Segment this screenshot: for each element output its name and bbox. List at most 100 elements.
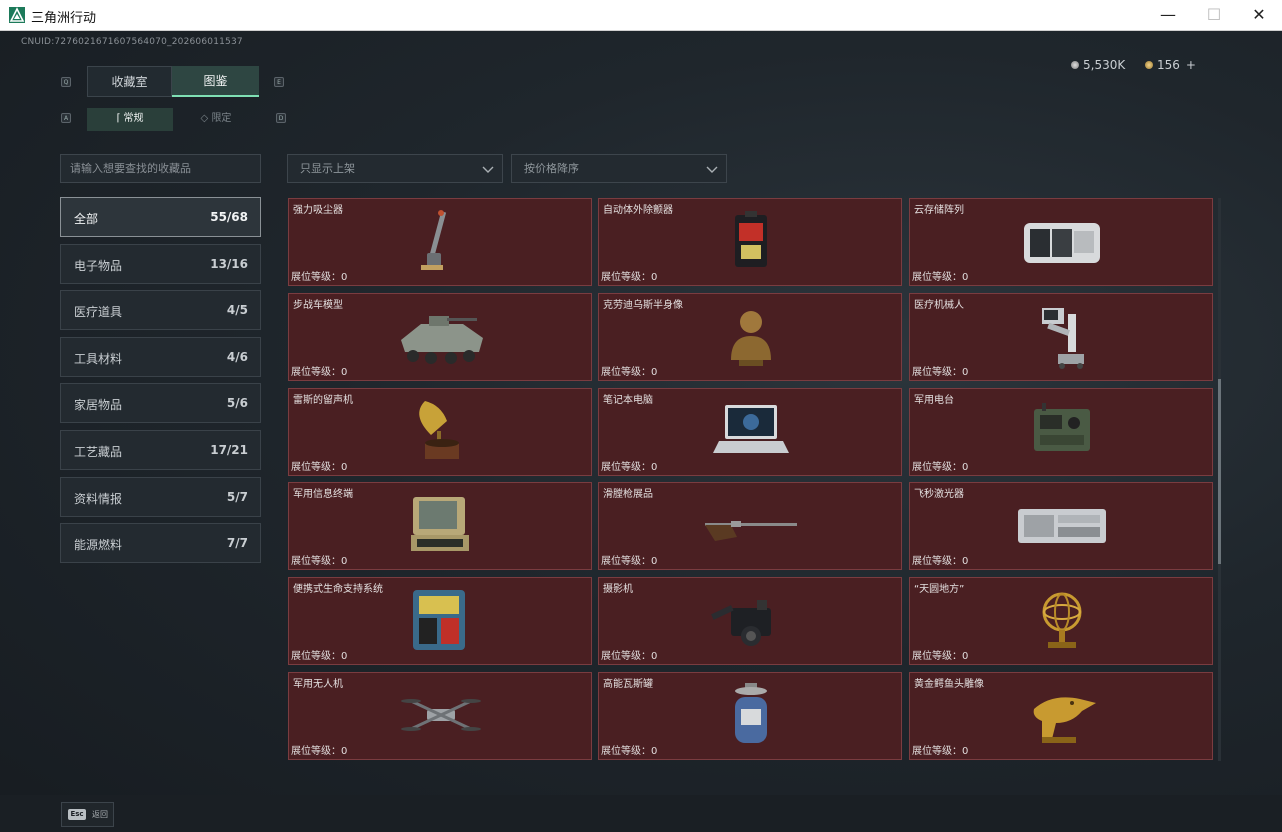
category-count: 17/21 <box>210 443 248 457</box>
armillary-sphere-icon <box>1042 592 1082 649</box>
item-name: 自动体外除颤器 <box>603 205 673 216</box>
item-name: 摄影机 <box>603 584 633 596</box>
item-name: 医疗机械人 <box>914 299 964 311</box>
collection-card[interactable]: 雷斯的留声机 展位等级：0 <box>288 387 592 476</box>
gold-coin-icon <box>1145 61 1153 69</box>
laser-icon <box>1018 509 1106 544</box>
camera-icon <box>711 600 771 647</box>
item-name: 克劳迪乌斯半身像 <box>603 299 683 311</box>
defibrillator-icon <box>735 211 767 267</box>
display-level: 展位等级：0 <box>601 651 658 663</box>
category-item[interactable]: 工艺藏品 17/21 <box>60 430 261 470</box>
collection-card[interactable]: 黄金鳄鱼头雕像 展位等级：0 <box>909 672 1213 760</box>
collection-card[interactable]: 步战车模型 展位等级：0 <box>288 292 592 381</box>
collection-card[interactable]: 军用电台展位等级：0 <box>909 387 1213 476</box>
collection-card[interactable]: 滑膛枪展品 展位等级：0 <box>598 482 902 571</box>
category-item[interactable]: 工具材料 4/6 <box>60 336 261 377</box>
gold-crocodile-head-icon <box>1033 697 1096 743</box>
display-level: 展位等级：0 <box>912 651 969 663</box>
game-viewport: CNUID:7276021671607564070_202606011537 5… <box>0 31 1282 832</box>
collection-card[interactable]: 军用信息终端 展位等级：0 <box>288 482 592 571</box>
item-name: 笔记本电脑 <box>603 394 653 406</box>
add-currency-button[interactable]: + <box>1186 58 1196 72</box>
collection-card[interactable]: “天圆地方” 展位等级：0 <box>909 577 1213 666</box>
category-count: 13/16 <box>210 256 248 271</box>
back-button[interactable]: Esc 返回 <box>61 802 114 827</box>
collection-card[interactable]: 摄影机展位等级：0 <box>598 577 902 666</box>
silver-currency: 5,530K <box>1071 58 1125 72</box>
display-level: 展位等级：0 <box>601 746 658 757</box>
ifv-model-icon <box>401 315 483 364</box>
tab-collection[interactable]: 收藏室 <box>87 66 172 97</box>
key-hint-e-icon: E <box>274 77 284 87</box>
category-item[interactable]: 家居物品 5/6 <box>60 383 261 424</box>
maximize-button[interactable]: ☐ <box>1191 0 1237 31</box>
collection-card[interactable]: 云存储阵列 展位等级：0 <box>909 198 1213 286</box>
vacuum-cleaner-icon <box>421 210 447 270</box>
window-titlebar: 三角洲行动 — ☐ ✕ <box>0 0 1282 31</box>
musket-icon <box>705 521 797 542</box>
key-hint-a-icon: A <box>61 113 71 123</box>
back-label: 返回 <box>92 810 108 819</box>
close-button[interactable]: ✕ <box>1236 0 1282 31</box>
display-level: 展位等级：0 <box>291 366 348 378</box>
limited-icon: ◇ <box>200 113 209 124</box>
display-level: 展位等级：0 <box>912 746 969 757</box>
chevron-down-icon <box>706 166 718 173</box>
collection-card[interactable]: 笔记本电脑 展位等级：0 <box>598 387 902 476</box>
category-item[interactable]: 全部 55/68 <box>60 197 261 237</box>
display-level: 展位等级：0 <box>291 556 348 568</box>
category-item[interactable]: 资料情报 5/7 <box>60 476 261 517</box>
display-level: 展位等级：0 <box>291 746 348 757</box>
silver-coin-icon <box>1071 61 1079 69</box>
grid-scrollbar-thumb[interactable] <box>1218 379 1221 564</box>
subtab-limited-label: 限定 <box>211 113 232 124</box>
bust-icon <box>731 310 771 366</box>
category-label: 电子物品 <box>74 258 123 273</box>
collection-card[interactable]: 飞秒激光器 展位等级：0 <box>909 482 1213 571</box>
laptop-icon <box>713 404 789 453</box>
item-name: 军用电台 <box>914 394 954 406</box>
collection-card[interactable]: 自动体外除颤器 展位等级：0 <box>598 198 902 286</box>
tab-catalog[interactable]: 图鉴 <box>172 66 259 97</box>
collection-card[interactable]: 高能瓦斯罐 展位等级：0 <box>598 672 902 760</box>
item-name: 黄金鳄鱼头雕像 <box>914 679 984 690</box>
display-level: 展位等级：0 <box>601 272 658 283</box>
minimize-button[interactable]: — <box>1145 0 1191 31</box>
subtab-limited[interactable]: ◇ 限定 <box>173 108 259 131</box>
collection-card[interactable]: 克劳迪乌斯半身像 展位等级：0 <box>598 292 902 381</box>
shelf-filter-dropdown[interactable]: 只显示上架 <box>287 154 503 183</box>
bottom-bar <box>0 795 1282 832</box>
category-item[interactable]: 电子物品 13/16 <box>60 243 261 284</box>
gold-currency[interactable]: 156 + <box>1145 58 1196 72</box>
sort-label: 按价格降序 <box>524 162 579 175</box>
collection-card[interactable]: 军用无人机展位等级：0 <box>288 672 592 760</box>
display-level: 展位等级：0 <box>601 556 658 568</box>
silver-amount: 5,530K <box>1083 58 1126 72</box>
subtab-normal[interactable]: ⌈ 常规 <box>87 108 173 131</box>
category-label: 医疗道具 <box>74 305 123 320</box>
item-name: 雷斯的留声机 <box>293 394 353 406</box>
display-level: 展位等级：0 <box>291 461 348 473</box>
life-support-icon <box>413 590 465 651</box>
category-count: 5/6 <box>226 396 248 411</box>
esc-key-icon: Esc <box>68 809 86 820</box>
collection-card[interactable]: 强力吸尘器 展位等级：0 <box>288 198 592 286</box>
display-level: 展位等级：0 <box>291 651 348 663</box>
category-label: 能源燃料 <box>74 538 123 553</box>
shelf-filter-label: 只显示上架 <box>300 162 355 175</box>
search-input[interactable]: 请输入想要查找的收藏品 <box>60 154 261 183</box>
sort-dropdown[interactable]: 按价格降序 <box>511 154 727 183</box>
item-name: 军用无人机 <box>293 679 343 690</box>
collection-card[interactable]: 医疗机械人 展位等级：0 <box>909 292 1213 381</box>
player-uid: CNUID:7276021671607564070_202606011537 <box>21 37 243 47</box>
category-item[interactable]: 能源燃料 7/7 <box>60 523 261 564</box>
collection-card[interactable]: 便携式生命支持系统 展位等级：0 <box>288 577 592 666</box>
subtab-normal-label: 常规 <box>123 113 144 124</box>
category-label: 工艺藏品 <box>74 445 123 459</box>
gold-amount: 156 <box>1157 58 1180 72</box>
gramophone-icon <box>419 400 459 459</box>
category-item[interactable]: 医疗道具 4/5 <box>60 290 261 331</box>
display-level: 展位等级：0 <box>912 461 969 473</box>
item-name: 强力吸尘器 <box>293 205 343 216</box>
